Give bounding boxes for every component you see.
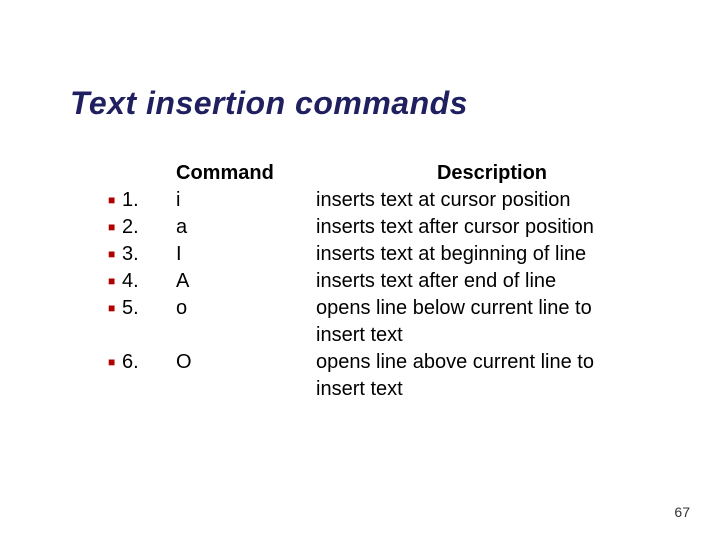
row-number: ■1. <box>108 187 176 214</box>
bullet-icon: ■ <box>108 192 122 208</box>
row-command: I <box>176 241 316 268</box>
slide-title: Text insertion commands <box>70 85 468 122</box>
bullet-icon: ■ <box>108 354 122 370</box>
row-description: inserts text after cursor position <box>316 214 638 241</box>
row-description: opens line above current line to insert … <box>316 349 638 403</box>
row-number: ■2. <box>108 214 176 241</box>
header-command: Command <box>176 160 316 187</box>
table-row: ■5. o opens line below current line to i… <box>108 295 638 349</box>
command-table: Command Description ■1. i inserts text a… <box>108 160 638 403</box>
page-number: 67 <box>674 504 690 520</box>
bullet-icon: ■ <box>108 300 122 316</box>
slide: Text insertion commands Command Descript… <box>0 0 720 540</box>
table-row: ■3. I inserts text at beginning of line <box>108 241 638 268</box>
bullet-icon: ■ <box>108 273 122 289</box>
row-command: o <box>176 295 316 322</box>
row-command: O <box>176 349 316 376</box>
row-description: opens line below current line to insert … <box>316 295 638 349</box>
row-number: ■4. <box>108 268 176 295</box>
row-command: a <box>176 214 316 241</box>
table-header-row: Command Description <box>108 160 638 187</box>
bullet-icon: ■ <box>108 219 122 235</box>
row-command: A <box>176 268 316 295</box>
row-description: inserts text at beginning of line <box>316 241 638 268</box>
table-row: ■6. O opens line above current line to i… <box>108 349 638 403</box>
row-number: ■6. <box>108 349 176 376</box>
row-command: i <box>176 187 316 214</box>
table-row: ■1. i inserts text at cursor position <box>108 187 638 214</box>
row-description: inserts text at cursor position <box>316 187 638 214</box>
bullet-icon: ■ <box>108 246 122 262</box>
row-number: ■3. <box>108 241 176 268</box>
row-number: ■5. <box>108 295 176 322</box>
row-description: inserts text after end of line <box>316 268 638 295</box>
table-row: ■2. a inserts text after cursor position <box>108 214 638 241</box>
table-row: ■4. A inserts text after end of line <box>108 268 638 295</box>
header-description: Description <box>316 160 638 187</box>
